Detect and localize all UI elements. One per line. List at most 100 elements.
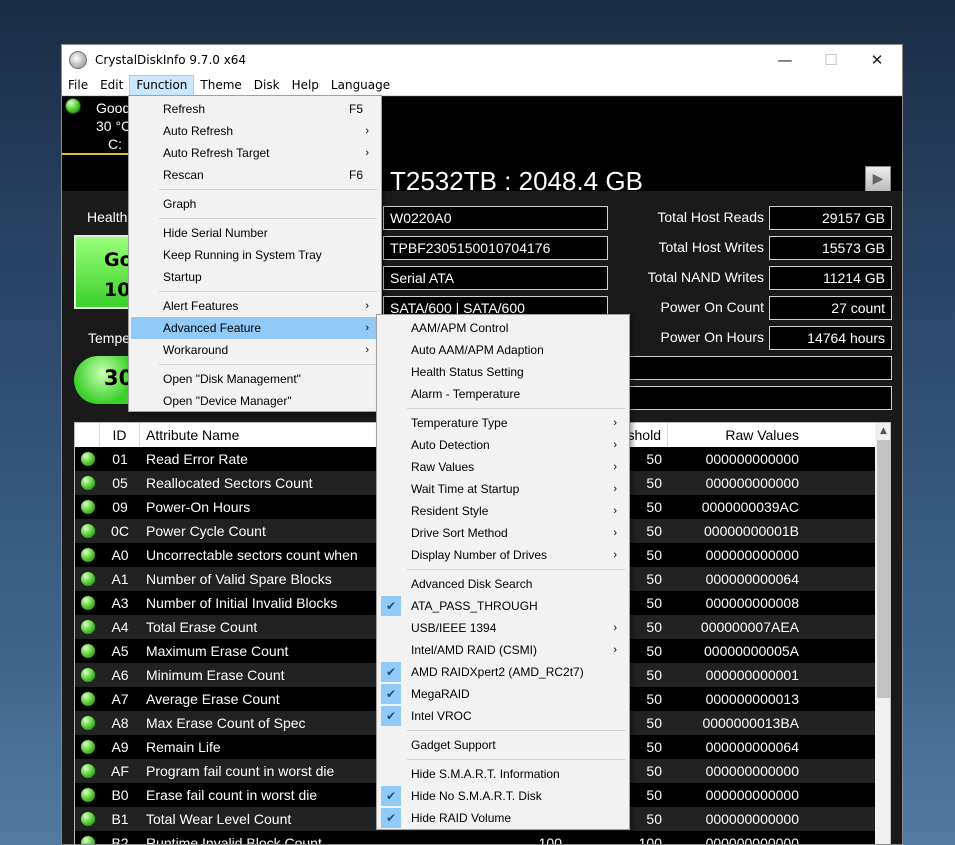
function-menu-item-rescan[interactable]: Rescan F6 xyxy=(131,164,379,186)
advanced-menu-item-aam-apm-control[interactable]: AAM/APM Control xyxy=(379,317,627,339)
status-ok-icon xyxy=(81,500,95,514)
function-menu-item-advanced-feature[interactable]: Advanced Feature › xyxy=(131,317,379,339)
table-row[interactable]: B2 Runtime Invalid Block Count 100 100 00000… xyxy=(75,831,875,845)
menu-disk[interactable]: Disk xyxy=(248,75,286,96)
menu-item-shortcut: F6 xyxy=(348,168,363,182)
menu-separator xyxy=(159,364,377,365)
stat-label-power-count: Power On Count xyxy=(660,299,765,315)
attr-raw: 000000007AEA xyxy=(700,619,799,635)
function-menu-item-startup[interactable]: Startup xyxy=(131,266,379,288)
stat-value-nand: 11214 GB xyxy=(769,266,892,290)
attr-id: 0C xyxy=(111,523,129,539)
drive-letter-text[interactable]: C: xyxy=(108,136,122,152)
maximize-button[interactable]: ☐ xyxy=(808,45,854,75)
advanced-menu-item-display-number-of-drives[interactable]: Display Number of Drives › xyxy=(379,544,627,566)
menu-item-label: USB/IEEE 1394 xyxy=(411,621,497,635)
attr-id: A5 xyxy=(111,643,129,659)
advanced-menu-item-intel-vroc[interactable]: ✔ Intel VROC xyxy=(379,705,627,727)
submenu-arrow-icon: › xyxy=(613,417,617,429)
table-scrollbar[interactable]: ▲ xyxy=(875,423,890,844)
advanced-menu-item-wait-time-at-startup[interactable]: Wait Time at Startup › xyxy=(379,478,627,500)
advanced-menu-item-hide-raid-volume[interactable]: ✔ Hide RAID Volume xyxy=(379,807,627,829)
advanced-menu-item-hide-no-s-m-a-r-t-disk[interactable]: ✔ Hide No S.M.A.R.T. Disk xyxy=(379,785,627,807)
advanced-menu-item-raw-values[interactable]: Raw Values › xyxy=(379,456,627,478)
submenu-arrow-icon: › xyxy=(365,322,369,334)
attr-raw: 000000000000 xyxy=(705,835,799,845)
status-ok-icon xyxy=(81,476,95,490)
advanced-menu-item-advanced-disk-search[interactable]: Advanced Disk Search xyxy=(379,573,627,595)
advanced-menu-item-usb-ieee-1394[interactable]: USB/IEEE 1394 › xyxy=(379,617,627,639)
function-menu-item-refresh[interactable]: Refresh F5 xyxy=(131,98,379,120)
col-id[interactable]: ID xyxy=(100,423,140,447)
stat-label-writes: Total Host Writes xyxy=(658,239,764,255)
menu-help[interactable]: Help xyxy=(286,75,325,96)
attr-id: A4 xyxy=(111,619,129,635)
col-raw[interactable]: Raw Values xyxy=(668,423,805,447)
menu-item-label: Workaround xyxy=(163,343,229,357)
status-ok-icon xyxy=(81,788,95,802)
function-menu-item-workaround[interactable]: Workaround › xyxy=(131,339,379,361)
function-menu-item-graph[interactable]: Graph xyxy=(131,193,379,215)
col-status[interactable] xyxy=(75,423,100,447)
status-ok-icon xyxy=(81,716,95,730)
advanced-menu-item-megaraid[interactable]: ✔ MegaRAID xyxy=(379,683,627,705)
menu-separator xyxy=(159,218,377,219)
attr-name: Minimum Erase Count xyxy=(146,667,285,683)
drive-health-text[interactable]: Good xyxy=(96,100,130,116)
status-ok-icon xyxy=(81,524,95,538)
close-button[interactable]: ✕ xyxy=(854,45,900,75)
attr-raw: 000000000008 xyxy=(705,595,799,611)
menu-edit[interactable]: Edit xyxy=(94,75,129,96)
advanced-menu-item-intel-amd-raid-csmi[interactable]: Intel/AMD RAID (CSMI) › xyxy=(379,639,627,661)
title-bar[interactable]: CrystalDiskInfo 9.7.0 x64 — ☐ ✕ xyxy=(62,45,902,75)
advanced-menu-item-amd-raidxpert2-amd-rc2t7[interactable]: ✔ AMD RAIDXpert2 (AMD_RC2t7) xyxy=(379,661,627,683)
menu-item-label: Raw Values xyxy=(411,460,475,474)
menu-item-label: Hide S.M.A.R.T. Information xyxy=(411,767,560,781)
col-attribute[interactable]: Attribute Name xyxy=(140,423,380,447)
menu-separator xyxy=(407,759,625,760)
menu-function[interactable]: Function xyxy=(129,74,195,96)
check-icon: ✔ xyxy=(381,808,401,828)
menu-file[interactable]: File xyxy=(62,75,94,96)
advanced-menu-item-temperature-type[interactable]: Temperature Type › xyxy=(379,412,627,434)
menu-theme[interactable]: Theme xyxy=(194,75,247,96)
attr-name: Power Cycle Count xyxy=(146,523,266,539)
advanced-menu-item-auto-detection[interactable]: Auto Detection › xyxy=(379,434,627,456)
function-menu-item-auto-refresh[interactable]: Auto Refresh › xyxy=(131,120,379,142)
health-status-button[interactable]: Go 10 xyxy=(74,235,133,309)
next-drive-button[interactable]: ▶ xyxy=(865,166,891,192)
minimize-button[interactable]: — xyxy=(762,45,808,75)
advanced-menu-item-alarm-temperature[interactable]: Alarm - Temperature xyxy=(379,383,627,405)
function-menu-item-open-device-manager[interactable]: Open "Device Manager" xyxy=(131,390,379,412)
function-menu-item-auto-refresh-target[interactable]: Auto Refresh Target › xyxy=(131,142,379,164)
function-menu-item-keep-running-in-system-tray[interactable]: Keep Running in System Tray xyxy=(131,244,379,266)
scroll-thumb[interactable] xyxy=(877,440,890,698)
scroll-up-icon[interactable]: ▲ xyxy=(875,423,890,440)
advanced-menu-item-drive-sort-method[interactable]: Drive Sort Method › xyxy=(379,522,627,544)
advanced-menu-item-resident-style[interactable]: Resident Style › xyxy=(379,500,627,522)
advanced-menu-item-auto-aam-apm-adaption[interactable]: Auto AAM/APM Adaption xyxy=(379,339,627,361)
attr-raw: 00000000001B xyxy=(704,523,799,539)
advanced-menu-item-gadget-support[interactable]: Gadget Support xyxy=(379,734,627,756)
function-menu-item-open-disk-management[interactable]: Open "Disk Management" xyxy=(131,368,379,390)
advanced-menu-item-ata-pass-through[interactable]: ✔ ATA_PASS_THROUGH xyxy=(379,595,627,617)
status-ok-icon xyxy=(81,740,95,754)
menu-item-label: Intel VROC xyxy=(411,709,472,723)
status-ok-icon xyxy=(81,692,95,706)
advanced-menu-item-health-status-setting[interactable]: Health Status Setting xyxy=(379,361,627,383)
menu-item-label: Auto Detection xyxy=(411,438,490,452)
function-menu-item-hide-serial-number[interactable]: Hide Serial Number xyxy=(131,222,379,244)
menu-item-label: Resident Style xyxy=(411,504,489,518)
status-ok-icon xyxy=(81,548,95,562)
menu-language[interactable]: Language xyxy=(325,75,396,96)
attr-id: A1 xyxy=(111,571,129,587)
function-menu-item-alert-features[interactable]: Alert Features › xyxy=(131,295,379,317)
temperature-indicator[interactable]: 30 xyxy=(74,356,133,404)
drive-temp-text[interactable]: 30 °C xyxy=(96,118,131,134)
attr-raw: 0000000039AC xyxy=(701,499,799,515)
attr-raw: 000000000064 xyxy=(705,571,799,587)
menu-item-label: Health Status Setting xyxy=(411,365,524,379)
advanced-menu-item-hide-s-m-a-r-t-information[interactable]: Hide S.M.A.R.T. Information xyxy=(379,763,627,785)
check-icon: ✔ xyxy=(381,684,401,704)
menu-item-label: Display Number of Drives xyxy=(411,548,548,562)
